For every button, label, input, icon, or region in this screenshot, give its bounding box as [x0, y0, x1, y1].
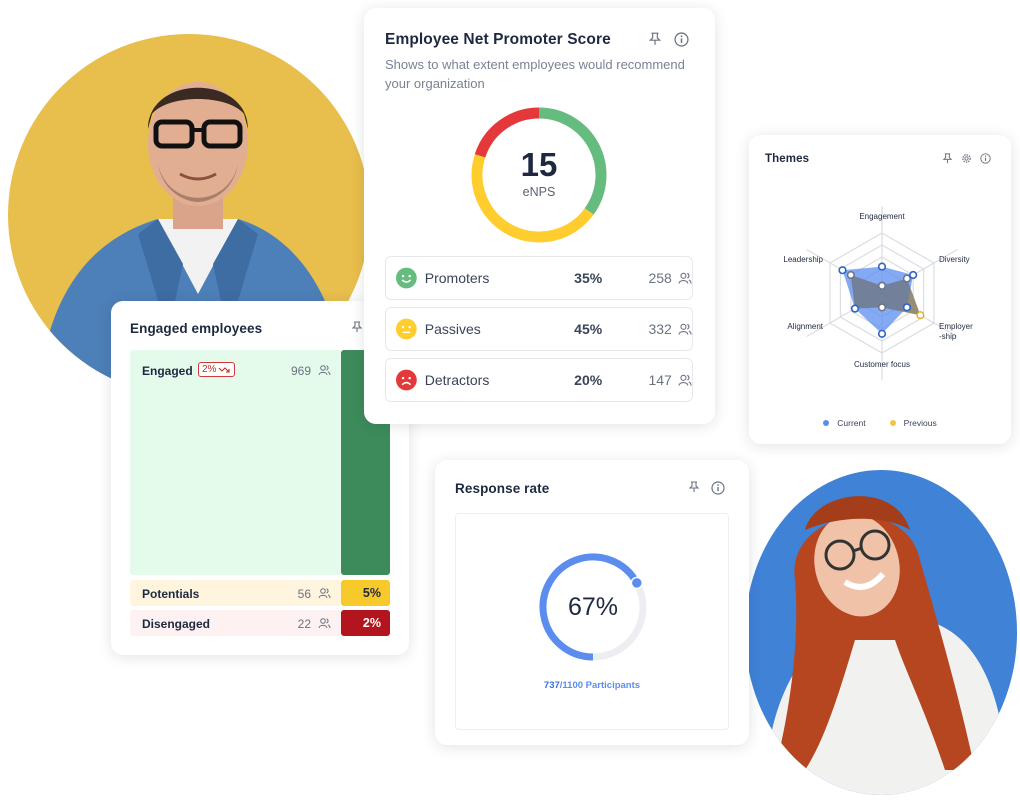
participants-total: /1100 Participants	[559, 680, 641, 691]
enps-card-title: Employee Net Promoter Score	[385, 31, 611, 48]
enps-subtitle: Shows to what extent employees would rec…	[385, 57, 685, 91]
people-icon	[678, 272, 692, 284]
enps-score: 15	[520, 146, 558, 183]
passives-row[interactable]: Passives 45% 332	[385, 307, 693, 351]
segment-percent: 20%	[574, 372, 603, 388]
radar-point-previous[interactable]	[877, 303, 887, 312]
detractors-row[interactable]: Detractors 20% 147	[385, 358, 693, 402]
disengaged-row[interactable]: Disengaged 22	[130, 610, 341, 636]
pin-icon[interactable]	[648, 32, 662, 46]
themes-card: Themes Engagement Diversity Employer -ship C…	[749, 135, 1011, 444]
potentials-row[interactable]: Potentials 56	[130, 580, 341, 606]
engaged-count: 969	[290, 364, 311, 378]
people-icon	[318, 616, 331, 634]
engaged-label: Engaged	[142, 364, 193, 378]
trend-value: 2%	[202, 364, 217, 375]
response-rate-card: Response rate 67% 737/1100 Participants	[435, 460, 749, 745]
legend-previous[interactable]: Previous	[889, 418, 937, 428]
segment-name: Passives	[424, 321, 481, 337]
response-donut-chart: 67%	[537, 551, 649, 663]
radar-point-current[interactable]	[877, 329, 887, 338]
neutral-face-icon	[396, 318, 417, 340]
legend-current-label: Current	[837, 418, 866, 428]
pin-icon[interactable]	[942, 153, 953, 164]
legend-previous-label: Previous	[903, 418, 937, 428]
legend-previous-dot	[889, 420, 896, 426]
people-icon	[678, 374, 692, 386]
radar-axis-label: Diversity	[939, 255, 970, 264]
disengaged-percent-bar[interactable]: 2%	[341, 610, 390, 636]
enps-card: Employee Net Promoter Score Shows to wha…	[364, 8, 715, 424]
radar-point-current[interactable]	[877, 262, 887, 271]
responded-count: 737	[543, 680, 560, 691]
enps-donut-chart: 15 eNPS	[470, 106, 608, 244]
photo-red-haired-woman	[745, 470, 1017, 795]
sad-face-icon	[396, 369, 417, 391]
trend-down-icon	[219, 366, 231, 373]
legend-current[interactable]: Current	[823, 418, 866, 428]
radar-point-previous[interactable]	[846, 270, 855, 280]
segment-count: 258	[648, 270, 672, 286]
info-icon[interactable]	[711, 481, 725, 495]
people-icon	[318, 586, 331, 604]
disengaged-count: 22	[297, 617, 311, 631]
people-icon	[678, 323, 692, 335]
themes-card-title: Themes	[765, 153, 810, 165]
radar-point-current[interactable]	[838, 266, 847, 275]
radar-axis-label: Employer -ship	[939, 322, 973, 341]
participants-count: 737/1100 Participants	[456, 680, 728, 691]
engaged-card-title: Engaged employees	[130, 321, 263, 336]
response-rate-value: 67%	[567, 592, 619, 621]
info-icon[interactable]	[674, 32, 689, 47]
radar-point-previous[interactable]	[916, 311, 925, 320]
response-card-title: Response rate	[455, 481, 550, 496]
radar-axis-label: Alignment	[787, 322, 823, 331]
engaged-row[interactable]: Engaged 2% 969	[130, 350, 341, 575]
promoters-row[interactable]: Promoters 35% 258	[385, 256, 693, 300]
themes-radar-chart: Engagement Diversity Employer -ship Customer…	[783, 206, 973, 380]
radar-point-current[interactable]	[909, 270, 918, 280]
info-icon[interactable]	[980, 153, 991, 164]
trend-badge: 2%	[198, 362, 236, 377]
segment-percent: 35%	[574, 270, 603, 286]
pin-icon[interactable]	[351, 321, 363, 333]
segment-count: 147	[648, 372, 672, 388]
radar-axis-label: Leadership	[783, 255, 823, 264]
response-chart-panel: 67% 737/1100 Participants	[455, 513, 729, 730]
legend-current-dot	[823, 420, 830, 426]
segment-name: Promoters	[424, 270, 490, 286]
potentials-count: 56	[297, 587, 311, 601]
pin-icon[interactable]	[688, 481, 700, 493]
woman-portrait-illustration	[745, 470, 1017, 795]
gear-icon[interactable]	[961, 153, 972, 164]
segment-name: Detractors	[424, 372, 490, 388]
segment-percent: 45%	[574, 321, 603, 337]
potentials-label: Potentials	[142, 587, 200, 601]
radar-point-previous[interactable]	[877, 281, 887, 290]
radar-legend: Current Previous	[749, 418, 1011, 428]
people-icon	[318, 363, 331, 381]
radar-axis-label: Engagement	[859, 212, 905, 221]
radar-axis-label: Customer focus	[854, 360, 910, 369]
disengaged-percent: 2%	[362, 616, 381, 630]
potentials-percent: 5%	[362, 586, 381, 600]
radar-point-current[interactable]	[902, 303, 912, 312]
radar-point-previous[interactable]	[902, 274, 911, 283]
enps-score-label: eNPS	[522, 185, 556, 199]
potentials-percent-bar[interactable]: 5%	[341, 580, 390, 606]
happy-face-icon	[396, 267, 417, 289]
segment-count: 332	[648, 321, 672, 337]
disengaged-label: Disengaged	[142, 617, 211, 631]
radar-point-current[interactable]	[850, 304, 860, 313]
